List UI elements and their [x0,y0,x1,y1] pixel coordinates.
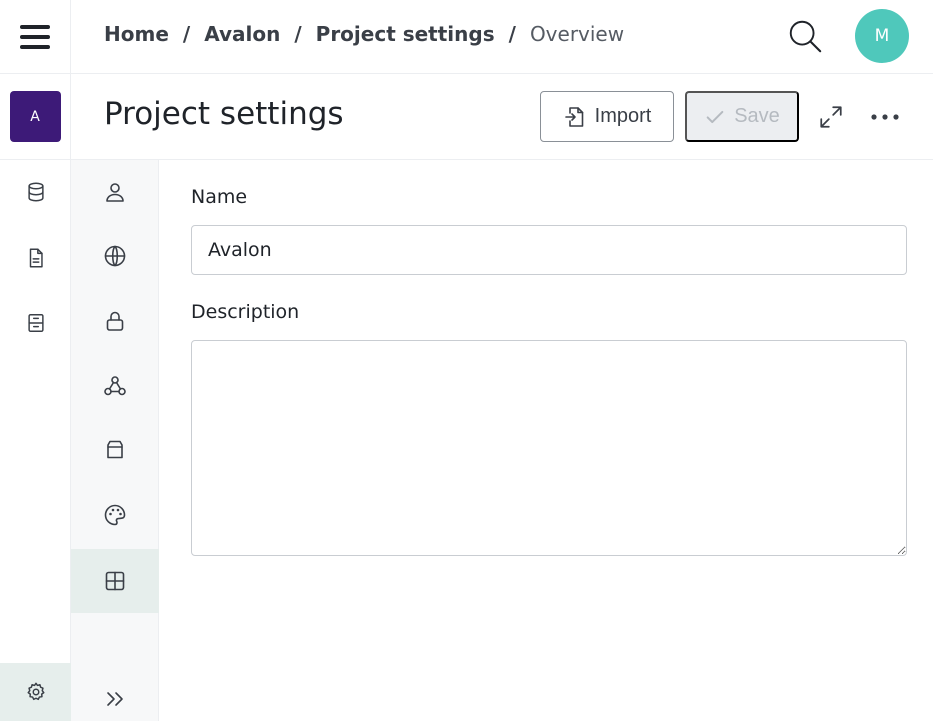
subnav-item-webhooks[interactable] [71,354,159,418]
breadcrumb-separator: / [182,22,191,46]
more-options-button[interactable] [867,101,903,133]
rail-item-settings[interactable] [0,663,71,721]
file-import-icon [564,106,583,127]
rail-item-database[interactable] [0,169,71,215]
subnav-item-locales[interactable] [71,224,159,288]
subnav-item-packages[interactable] [71,418,159,482]
rail-item-documents[interactable] [0,235,71,281]
page-title: Project settings [104,96,344,132]
database-icon [27,182,44,202]
breadcrumb-home[interactable]: Home [104,22,169,46]
top-header: Home / Avalon / Project settings / Overv… [71,0,933,74]
project-avatar[interactable]: A [9,91,61,142]
breadcrumb: Home / Avalon / Project settings / Overv… [104,22,624,46]
lock-icon [106,311,124,331]
check-icon [706,110,724,123]
description-textarea[interactable] [191,340,907,556]
expand-button[interactable] [815,101,847,133]
palette-icon [104,504,126,526]
breadcrumb-separator: / [508,22,516,46]
subnav-item-users[interactable] [71,160,159,224]
breadcrumb-project-settings[interactable]: Project settings [316,22,495,46]
breadcrumb-separator: / [294,22,302,46]
user-icon [106,183,124,202]
subnav-expand-button[interactable] [71,681,159,717]
project-switcher: A [0,74,70,160]
globe-icon [104,245,126,267]
save-button[interactable]: Save [685,91,799,142]
webhook-icon [104,376,126,396]
description-label: Description [191,301,300,323]
settings-subnav [71,160,159,721]
settings-gear-icon [26,682,45,701]
save-label: Save [734,105,780,127]
search-icon [789,20,822,53]
rail-top [0,0,70,74]
user-avatar[interactable]: M [855,9,909,63]
subnav-item-security[interactable] [71,289,159,353]
left-rail: A [0,0,71,721]
import-button[interactable]: Import [540,91,674,142]
archive-icon [27,314,44,332]
breadcrumb-current: Overview [529,22,625,46]
document-icon [29,248,43,268]
subnav-item-overview[interactable] [71,549,159,613]
import-label: Import [594,105,652,127]
chevrons-right-icon [107,692,123,706]
page-header: Project settings Import Save [71,74,933,160]
grid-icon [105,571,125,591]
subnav-item-theme[interactable] [71,483,159,547]
breadcrumb-project[interactable]: Avalon [204,22,280,46]
search-button[interactable] [785,16,825,56]
menu-icon[interactable] [20,24,50,49]
rail-item-archive[interactable] [0,300,71,346]
more-horizontal-icon [871,114,899,120]
package-icon [107,440,123,459]
app-root: A Home / Avalon / Project settings / Ove… [0,0,933,721]
name-input[interactable] [191,225,907,275]
expand-icon [820,106,842,128]
name-label: Name [191,186,248,208]
